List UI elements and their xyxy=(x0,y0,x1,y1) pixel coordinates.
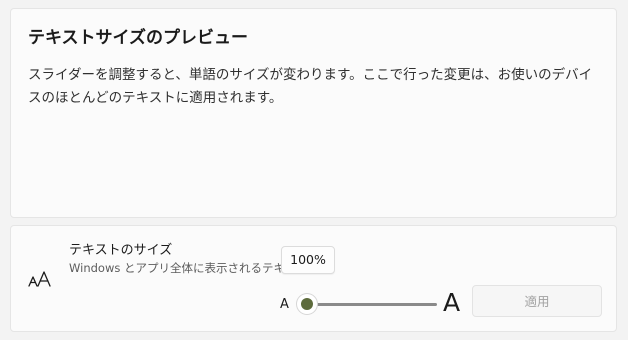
slider-thumb-fill xyxy=(301,298,313,310)
setting-title: テキストのサイズ xyxy=(69,243,173,258)
slider-min-label: A xyxy=(280,297,289,312)
slider-track[interactable] xyxy=(305,303,437,306)
text-size-icon xyxy=(27,268,53,288)
preview-text: スライダーを調整すると、単語のサイズが変わります。ここで行った変更は、お使いのデ… xyxy=(28,67,593,106)
text-size-slider[interactable] xyxy=(297,294,437,314)
slider-thumb[interactable] xyxy=(297,294,317,314)
slider-max-label: A xyxy=(443,288,461,317)
apply-button[interactable]: 適用 xyxy=(472,285,602,317)
preview-card: テキストサイズのプレビュー スライダーを調整すると、単語のサイズが変わります。こ… xyxy=(10,8,617,218)
preview-title: テキストサイズのプレビュー xyxy=(28,28,248,48)
text-size-value: 100% xyxy=(281,246,335,274)
setting-description: Windows とアプリ全体に表示されるテキスト xyxy=(69,261,281,275)
text-size-setting-card: テキストのサイズ Windows とアプリ全体に表示されるテキスト 100% A… xyxy=(10,225,617,332)
